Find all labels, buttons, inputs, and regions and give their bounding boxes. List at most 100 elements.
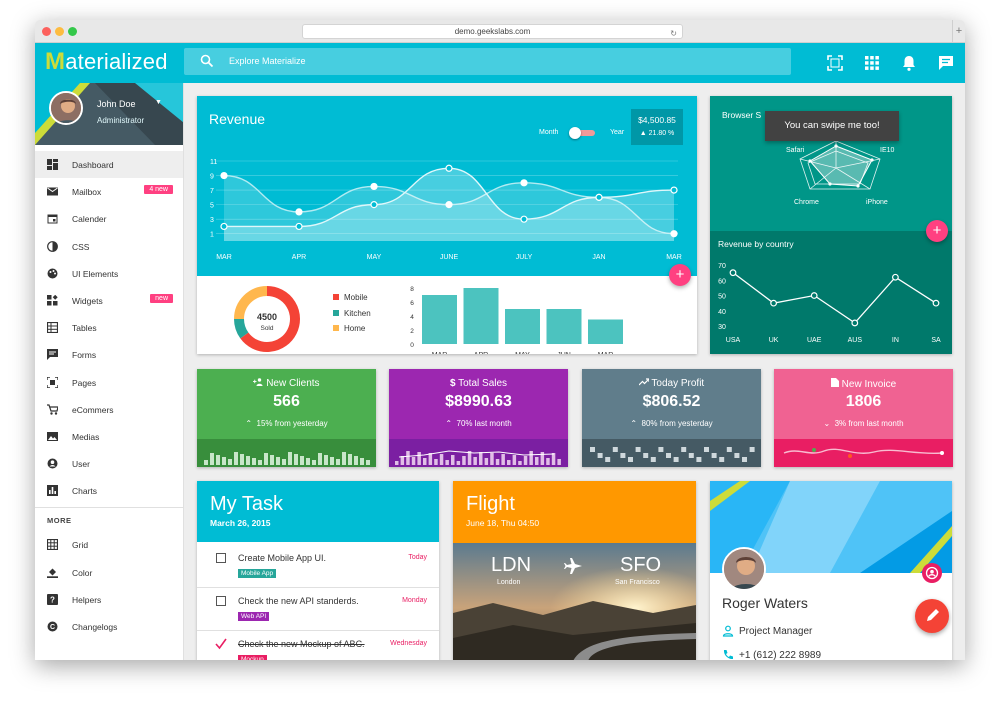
spark-bar <box>240 454 244 465</box>
app-bar: Materialized Explore Materialize <box>35 43 965 83</box>
stat-card-new-invoice[interactable]: New Invoice 1806 ⌄ 3% from last month <box>774 369 953 467</box>
area-data-point[interactable] <box>520 215 528 223</box>
task-checkbox[interactable] <box>216 553 226 563</box>
add-browser-stat-button[interactable]: + <box>926 220 948 242</box>
stat-value: 1806 <box>845 393 882 410</box>
maximize-window-button[interactable] <box>68 27 77 36</box>
reload-icon[interactable]: ↻ <box>670 27 677 40</box>
area-data-point[interactable] <box>220 171 228 180</box>
sidebar-item-charts[interactable]: Charts <box>35 477 183 504</box>
task-item[interactable]: Check the new Mockup of ABC. Wednesday Moc… <box>197 631 439 660</box>
brand-logo[interactable]: Materialized <box>45 48 168 76</box>
chevron-up-icon: ⌃ <box>630 419 638 428</box>
sidebar-item-ui-elements[interactable]: UI Elements <box>35 260 183 287</box>
y-tick-label: 11 <box>210 159 217 166</box>
apps-grid-icon[interactable] <box>862 53 882 73</box>
spark-bar <box>456 461 461 465</box>
sidebar-item-ecommers[interactable]: eCommers <box>35 396 183 423</box>
sidebar-item-color[interactable]: Color <box>35 559 183 586</box>
bar-apr-1[interactable] <box>463 288 499 344</box>
area-data-point[interactable] <box>520 179 528 187</box>
stat-card-total-sales[interactable]: $ Total Sales $8990.63 ⌃ 70% last month <box>389 369 568 467</box>
sidebar-item-forms[interactable]: Forms <box>35 341 183 368</box>
spark-bar <box>546 458 550 465</box>
user-name[interactable]: John Doe <box>97 99 136 109</box>
fullscreen-icon[interactable] <box>825 53 845 73</box>
bar-mar-0[interactable] <box>422 295 457 344</box>
sidebar-item-dashboard[interactable]: Dashboard <box>35 151 183 179</box>
sidebar-item-grid[interactable]: Grid <box>35 531 183 558</box>
search-bar[interactable]: Explore Materialize <box>184 48 791 75</box>
minimize-window-button[interactable] <box>55 27 64 36</box>
profile-card: Roger Waters Project Manager +1 (612) 22… <box>710 481 952 660</box>
stat-sub-row: ⌃ 15% from yesterday <box>197 419 376 428</box>
revenue-area-chart[interactable]: 1 3 5 7 9 11 MAR APR MAY JUNE JULY JAN MAR <box>197 151 697 271</box>
area-data-point[interactable] <box>220 222 228 231</box>
legend-swatch <box>333 309 339 316</box>
area-data-point[interactable] <box>595 193 603 201</box>
task-item[interactable]: Create Mobile App UI. Today Mobile App <box>197 545 439 588</box>
sidebar-item-helpers[interactable]: ? Helpers <box>35 586 183 613</box>
country-point-uae[interactable] <box>810 292 818 299</box>
sidebar-item-mailbox[interactable]: Mailbox 4 new <box>35 178 183 205</box>
arrow-up-icon: ▲ <box>639 130 647 137</box>
address-bar[interactable]: demo.geekslabs.com ↻ <box>302 24 683 39</box>
user-menu-chevron-down-icon[interactable]: ▼ <box>155 99 162 106</box>
revenue-bar-chart[interactable]: 0 2 4 6 8 MAR APR MAY JUN MAR <box>402 284 642 354</box>
avatar[interactable] <box>49 91 83 125</box>
sidebar-item-tables[interactable]: Tables <box>35 314 183 341</box>
spark-bar <box>726 447 732 452</box>
sidebar-item-widgets[interactable]: Widgets new <box>35 287 183 314</box>
calendar-icon <box>47 214 58 224</box>
profile-avatar[interactable] <box>722 547 766 591</box>
stat-card-today-profit[interactable]: Today Profit $806.52 ⌃ 80% from yesterday <box>582 369 761 467</box>
country-point-usa[interactable] <box>729 269 737 277</box>
spark-bar <box>551 453 556 465</box>
mail-icon <box>47 187 58 196</box>
stat-card-new-clients[interactable]: New Clients 566 ⌃ 15% from yesterday <box>197 369 376 467</box>
country-title: Revenue by country <box>718 239 794 249</box>
area-data-point[interactable] <box>295 208 303 216</box>
sidebar-item-css[interactable]: CSS <box>35 233 183 260</box>
sidebar-item-medias[interactable]: Medias <box>35 423 183 450</box>
sidebar-item-calender[interactable]: Calender <box>35 205 183 232</box>
bar-may-2[interactable] <box>505 309 540 344</box>
month-year-toggle[interactable] <box>569 127 597 139</box>
area-data-point[interactable] <box>445 164 453 172</box>
task-checkbox-checked[interactable] <box>214 637 228 651</box>
copyright-icon: C <box>47 621 58 632</box>
task-item[interactable]: Check the new API standerds. Monday Web AP… <box>197 588 439 631</box>
y-tick-label: 3 <box>210 217 214 224</box>
sidebar-item-user[interactable]: User <box>35 450 183 477</box>
sidebar-item-changelogs[interactable]: C Changelogs <box>35 613 183 640</box>
area-data-point[interactable] <box>370 182 378 191</box>
country-point-uk[interactable] <box>770 299 777 307</box>
sparkline-background <box>582 439 761 467</box>
profile-name: Roger Waters <box>722 595 808 611</box>
profile-account-button[interactable] <box>922 563 942 583</box>
spark-bar <box>342 452 346 465</box>
country-point-sa[interactable] <box>932 299 940 307</box>
edit-profile-button[interactable] <box>915 599 949 633</box>
search-input[interactable]: Explore Materialize <box>229 56 306 66</box>
task-checkbox[interactable] <box>216 596 226 606</box>
revenue-chart-panel: Revenue Month Year $4,500.85 ▲ 21.80 % 1… <box>197 96 697 276</box>
chat-icon[interactable] <box>936 53 956 73</box>
area-data-point[interactable] <box>370 201 378 209</box>
sidebar-item-label: User <box>72 459 90 470</box>
new-tab-button[interactable]: + <box>952 20 965 43</box>
add-revenue-button[interactable]: + <box>669 264 691 286</box>
notifications-bell-icon[interactable] <box>899 53 919 73</box>
donut-slice-kitchen[interactable] <box>234 318 249 339</box>
bar-mar-4[interactable] <box>588 319 623 345</box>
spark-bar <box>612 447 618 452</box>
area-data-point[interactable] <box>295 222 303 231</box>
country-point-in[interactable] <box>891 273 899 281</box>
bar-jun-3[interactable] <box>546 309 582 344</box>
radar-label-ie10: IE10 <box>880 147 895 154</box>
area-data-point[interactable] <box>670 186 678 194</box>
sidebar-item-pages[interactable]: Pages <box>35 369 183 396</box>
country-line-chart[interactable]: 30 40 50 60 70 USA UK UAE AUS IN SA <box>710 254 952 354</box>
close-window-button[interactable] <box>42 27 51 36</box>
country-point-aus[interactable] <box>851 319 859 327</box>
